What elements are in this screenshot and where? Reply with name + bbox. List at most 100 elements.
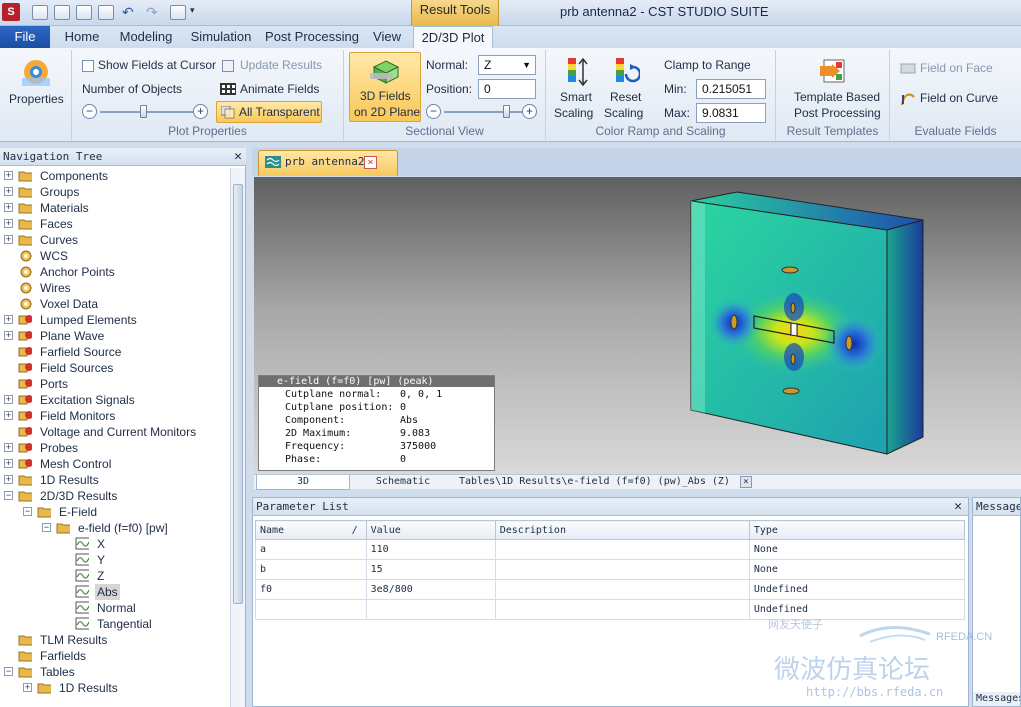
tree-item[interactable]: + Plane Wave xyxy=(0,328,230,344)
tree-item[interactable]: + Excitation Signals xyxy=(0,392,230,408)
table-row[interactable]: a 110 None xyxy=(255,539,966,560)
collapse-icon[interactable]: − xyxy=(4,667,13,676)
tree-item[interactable]: Voxel Data xyxy=(0,296,230,312)
redo-icon[interactable]: ↷ xyxy=(146,5,162,20)
cst-logo-icon[interactable]: S xyxy=(2,3,20,21)
tree-item[interactable]: Tangential xyxy=(0,616,230,632)
tab-2d3d-plot[interactable]: 2D/3D Plot xyxy=(413,26,493,49)
tree-item[interactable]: Field Sources xyxy=(0,360,230,376)
tree-item[interactable]: + Groups xyxy=(0,184,230,200)
field-on-curve-button[interactable]: Field on Curve xyxy=(898,90,1016,108)
tree-item[interactable]: Abs xyxy=(0,584,230,600)
position-input[interactable]: 0 xyxy=(478,79,536,99)
tree-item[interactable]: Farfields xyxy=(0,648,230,664)
show-fields-at-cursor-checkbox[interactable] xyxy=(82,60,94,72)
tree-item[interactable]: + Mesh Control xyxy=(0,456,230,472)
column-header-type[interactable]: Type xyxy=(748,520,966,540)
tree-item[interactable]: Z xyxy=(0,568,230,584)
expand-icon[interactable]: + xyxy=(4,315,13,324)
undo-icon[interactable]: ↶ xyxy=(122,5,138,20)
cell-value[interactable]: 110 xyxy=(365,539,496,560)
tab-3d[interactable]: 3D xyxy=(256,475,350,490)
tree-item[interactable]: − Tables xyxy=(0,664,230,680)
position-increase-button[interactable]: + xyxy=(522,104,537,119)
column-header-value[interactable]: Value xyxy=(365,520,496,540)
position-decrease-button[interactable]: − xyxy=(426,104,441,119)
cell-description[interactable] xyxy=(494,559,750,580)
properties-button[interactable]: Properties xyxy=(6,54,66,114)
cell-type[interactable]: None xyxy=(748,539,966,560)
tree-item[interactable]: Anchor Points xyxy=(0,264,230,280)
tree-item[interactable]: +1D Results xyxy=(0,472,230,488)
tab-simulation[interactable]: Simulation xyxy=(186,26,256,48)
copy-icon[interactable] xyxy=(98,5,114,20)
collapse-icon[interactable]: − xyxy=(42,523,51,532)
tab-view[interactable]: View xyxy=(368,26,406,48)
tree-item[interactable]: − E-Field xyxy=(0,504,230,520)
tree-item[interactable]: X xyxy=(0,536,230,552)
scrollbar-thumb[interactable] xyxy=(233,184,243,604)
tree-item[interactable]: Wires xyxy=(0,280,230,296)
table-row[interactable]: f0 3e8/800 Undefined xyxy=(255,579,966,600)
expand-icon[interactable]: + xyxy=(4,235,13,244)
close-icon[interactable]: ✕ xyxy=(234,148,242,166)
objects-decrease-button[interactable]: − xyxy=(82,104,97,119)
table-row[interactable]: b 15 None xyxy=(255,559,966,580)
cell-type[interactable]: Undefined xyxy=(748,579,966,600)
tree-item[interactable]: + Field Monitors xyxy=(0,408,230,424)
3d-viewport[interactable]: e-field (f=f0) [pw] (peak) Cutplane norm… xyxy=(254,177,1021,474)
tree-item[interactable]: + Components xyxy=(0,168,230,184)
tree-item[interactable]: − e-field (f=f0) [pw] xyxy=(0,520,230,536)
cell-name[interactable] xyxy=(255,599,367,620)
expand-icon[interactable]: + xyxy=(4,443,13,452)
tab-modeling[interactable]: Modeling xyxy=(112,26,180,48)
tab-home[interactable]: Home xyxy=(58,26,106,48)
tree-item[interactable]: − 2D/3D Results xyxy=(0,488,230,504)
cell-name[interactable]: b xyxy=(255,559,367,580)
cell-name[interactable]: a xyxy=(255,539,367,560)
new-file-icon[interactable] xyxy=(32,5,48,20)
expand-icon[interactable]: + xyxy=(4,203,13,212)
reset-scaling-button[interactable]: Reset Scaling xyxy=(602,54,648,124)
cell-name[interactable]: f0 xyxy=(255,579,367,600)
cell-value[interactable] xyxy=(365,599,496,620)
animate-fields-button[interactable]: Animate Fields xyxy=(218,80,328,98)
navigation-tree-scrollbar[interactable] xyxy=(230,168,245,707)
collapse-icon[interactable]: − xyxy=(23,507,32,516)
objects-increase-button[interactable]: + xyxy=(193,104,208,119)
column-header-description[interactable]: Description xyxy=(494,520,750,540)
tree-item[interactable]: + Materials xyxy=(0,200,230,216)
tree-item[interactable]: Voltage and Current Monitors xyxy=(0,424,230,440)
tree-item[interactable]: + Curves xyxy=(0,232,230,248)
smart-scaling-button[interactable]: Smart Scaling xyxy=(554,54,598,124)
tree-item[interactable]: WCS xyxy=(0,248,230,264)
number-of-objects-slider-thumb[interactable] xyxy=(140,105,147,118)
all-transparent-button[interactable]: All Transparent xyxy=(216,101,322,123)
expand-icon[interactable]: + xyxy=(4,171,13,180)
column-header-name[interactable]: Name / xyxy=(255,520,367,540)
open-folder-icon[interactable] xyxy=(54,5,70,20)
expand-icon[interactable]: + xyxy=(4,187,13,196)
expand-icon[interactable]: + xyxy=(4,219,13,228)
cell-description[interactable] xyxy=(494,599,750,620)
expand-icon[interactable]: + xyxy=(23,683,32,692)
tree-item[interactable]: Farfield Source xyxy=(0,344,230,360)
expand-icon[interactable]: + xyxy=(4,475,13,484)
table-row[interactable]: Undefined xyxy=(255,599,966,620)
cell-type[interactable]: Undefined xyxy=(748,599,966,620)
expand-icon[interactable]: + xyxy=(4,459,13,468)
number-of-objects-slider-track[interactable] xyxy=(100,111,194,113)
position-slider-track[interactable] xyxy=(444,111,524,113)
tab-post-processing[interactable]: Post Processing xyxy=(264,26,360,48)
tab-file[interactable]: File xyxy=(0,26,50,48)
tab-result-path[interactable]: Tables\1D Results\e-field (f=f0) (pw)_Ab… xyxy=(459,475,739,490)
save-icon[interactable] xyxy=(76,5,92,20)
tree-item[interactable]: TLM Results xyxy=(0,632,230,648)
document-tab[interactable]: prb antenna2 × xyxy=(258,150,398,176)
tree-item[interactable]: +1D Results xyxy=(0,680,230,696)
folder-icon[interactable] xyxy=(170,5,186,20)
template-based-post-processing-button[interactable]: Template Based Post Processing xyxy=(780,54,886,124)
update-results-checkbox[interactable] xyxy=(222,60,234,72)
normal-select[interactable]: Z ▼ xyxy=(478,55,536,75)
3d-fields-on-2d-plane-button[interactable]: 3D Fields on 2D Plane xyxy=(349,52,421,122)
